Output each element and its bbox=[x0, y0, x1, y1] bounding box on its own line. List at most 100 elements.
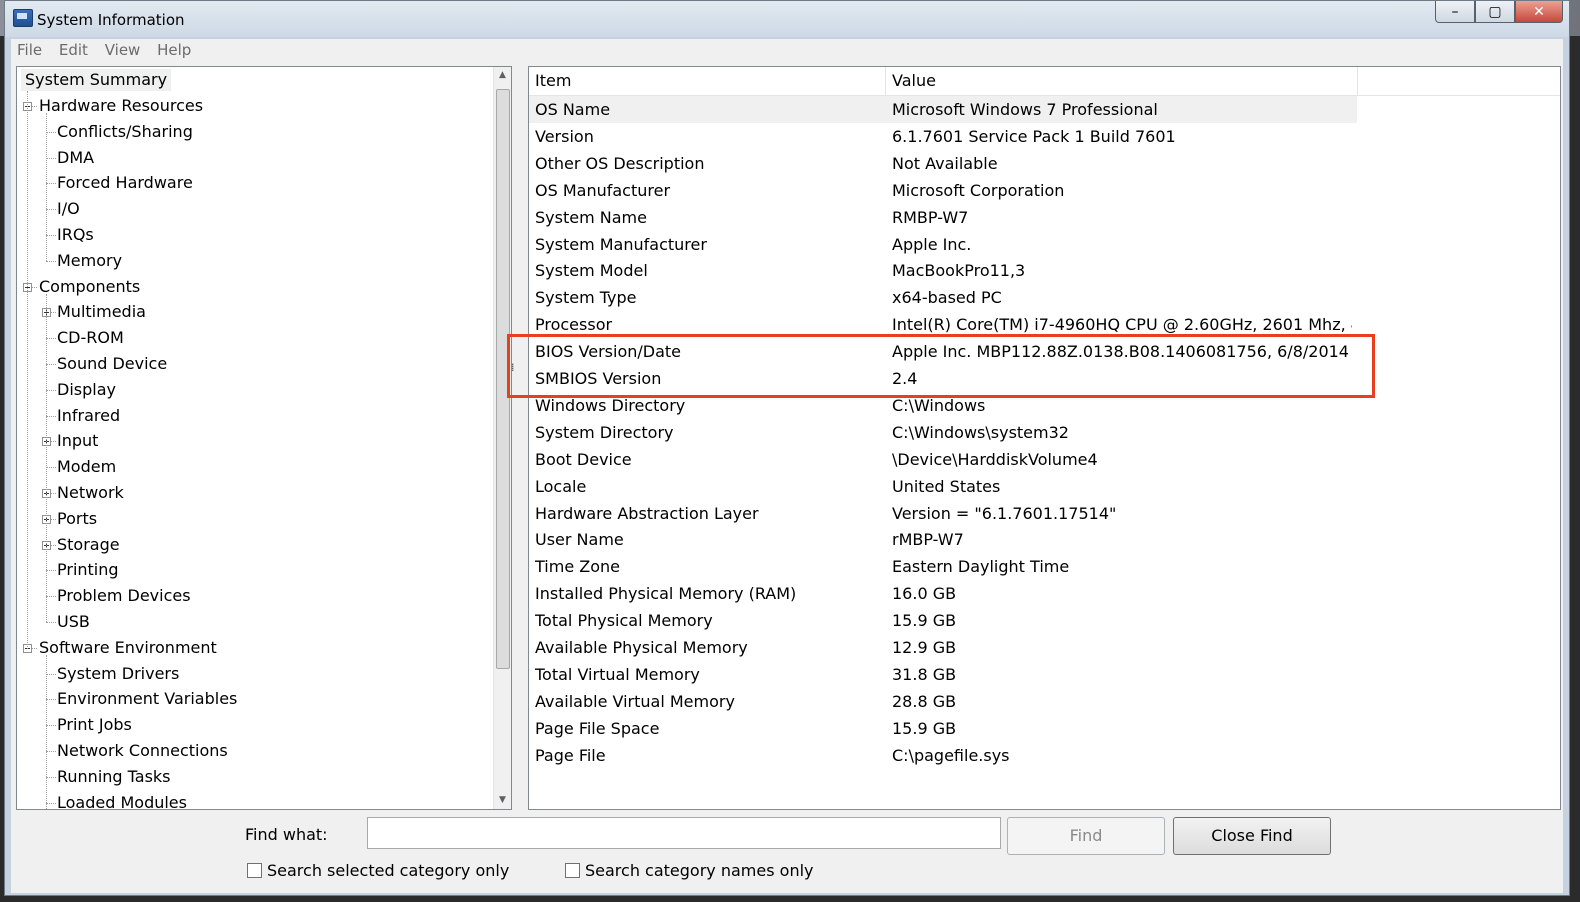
tree-item[interactable]: Problem Devices bbox=[57, 585, 191, 607]
menu-file[interactable]: File bbox=[11, 39, 48, 59]
column-header-item[interactable]: Item bbox=[529, 67, 886, 95]
close-find-button[interactable]: Close Find bbox=[1173, 817, 1331, 855]
scroll-down-arrow-icon[interactable]: ▼ bbox=[494, 792, 511, 809]
tree-item[interactable]: Hardware Resources bbox=[39, 95, 203, 117]
list-cell-item: System Directory bbox=[535, 422, 674, 442]
list-row[interactable]: System Type x64-based PC bbox=[529, 284, 1357, 311]
list-cell-item: Windows Directory bbox=[535, 395, 686, 415]
list-row[interactable]: Version 6.1.7601 Service Pack 1 Build 760… bbox=[529, 123, 1357, 150]
scroll-thumb[interactable] bbox=[496, 89, 510, 669]
tree-item[interactable]: Conflicts/Sharing bbox=[57, 121, 193, 143]
tree-item[interactable]: Memory bbox=[57, 250, 122, 272]
list-row[interactable]: System Name RMBP-W7 bbox=[529, 204, 1357, 231]
tree-item[interactable]: Input bbox=[57, 430, 98, 452]
list-row[interactable]: Processor Intel(R) Core(TM) i7-4960HQ CPU… bbox=[529, 311, 1357, 338]
menu-view[interactable]: View bbox=[99, 39, 147, 59]
list-row[interactable]: Total Physical Memory 15.9 GB bbox=[529, 607, 1357, 634]
list-row[interactable]: Time Zone Eastern Daylight Time bbox=[529, 553, 1357, 580]
search-selected-category-checkbox[interactable]: Search selected category only bbox=[247, 861, 509, 880]
tree-item[interactable]: Display bbox=[57, 379, 116, 401]
tree-item[interactable]: DMA bbox=[57, 147, 94, 169]
tree-connector bbox=[46, 467, 56, 469]
category-tree[interactable]: System Summary ▲ ▼ Hardware Resources Con… bbox=[16, 66, 512, 810]
list-row[interactable]: System Manufacturer Apple Inc. bbox=[529, 231, 1357, 258]
tree-item[interactable]: Printing bbox=[57, 559, 119, 581]
list-cell-item: OS Manufacturer bbox=[535, 180, 671, 200]
pane-splitter-grip-icon[interactable]: ⁞ bbox=[511, 361, 515, 374]
list-cell-value: 15.9 GB bbox=[892, 611, 957, 631]
list-row[interactable]: Windows Directory C:\Windows bbox=[529, 392, 1357, 419]
list-row[interactable]: BIOS Version/Date Apple Inc. MBP112.88Z.0… bbox=[529, 338, 1357, 365]
list-cell-value: rMBP-W7 bbox=[892, 530, 964, 550]
tree-connector bbox=[46, 389, 56, 391]
tree-item[interactable]: Environment Variables bbox=[57, 688, 237, 710]
list-cell-value: C:\Windows bbox=[892, 395, 986, 415]
tree-item[interactable]: Running Tasks bbox=[57, 766, 171, 788]
list-row[interactable]: User Name rMBP-W7 bbox=[529, 526, 1357, 553]
list-row[interactable]: SMBIOS Version 2.4 bbox=[529, 365, 1357, 392]
list-row[interactable]: Total Virtual Memory 31.8 GB bbox=[529, 661, 1357, 688]
tree-item[interactable]: Components bbox=[39, 276, 140, 298]
checkbox-icon[interactable] bbox=[247, 863, 262, 878]
search-selected-category-label: Search selected category only bbox=[267, 861, 510, 880]
tree-item[interactable]: Sound Device bbox=[57, 353, 167, 375]
list-cell-value: Not Available bbox=[892, 153, 998, 173]
tree-connector bbox=[46, 260, 56, 262]
tree-item[interactable]: I/O bbox=[57, 198, 80, 220]
scroll-up-arrow-icon[interactable]: ▲ bbox=[494, 67, 511, 84]
list-cell-item: System Type bbox=[535, 288, 637, 308]
tree-item[interactable]: Multimedia bbox=[57, 301, 146, 323]
list-cell-item: Total Virtual Memory bbox=[535, 664, 700, 684]
tree-item[interactable]: Network bbox=[57, 482, 124, 504]
list-row[interactable]: System Model MacBookPro11,3 bbox=[529, 257, 1357, 284]
title-bar[interactable]: System Information – ▢ ✕ bbox=[5, 1, 1569, 37]
tree-item[interactable]: CD-ROM bbox=[57, 327, 124, 349]
list-cell-item: System Model bbox=[535, 261, 648, 281]
tree-item[interactable]: Infrared bbox=[57, 405, 120, 427]
list-row[interactable]: OS Name Microsoft Windows 7 Professional bbox=[529, 96, 1357, 123]
list-cell-item: Page File bbox=[535, 745, 606, 765]
tree-item[interactable]: Storage bbox=[57, 534, 120, 556]
tree-item[interactable]: USB bbox=[57, 611, 90, 633]
tree-item[interactable]: IRQs bbox=[57, 224, 94, 246]
tree-vertical-scrollbar[interactable]: ▲ ▼ bbox=[493, 67, 511, 809]
checkbox-icon[interactable] bbox=[565, 863, 580, 878]
tree-item[interactable]: Software Environment bbox=[39, 637, 217, 659]
list-cell-item: Total Physical Memory bbox=[535, 611, 713, 631]
list-row[interactable]: Available Virtual Memory 28.8 GB bbox=[529, 688, 1357, 715]
menu-help[interactable]: Help bbox=[151, 39, 197, 59]
list-row[interactable]: Hardware Abstraction Layer Version = "6.1… bbox=[529, 500, 1357, 527]
system-information-app-icon[interactable] bbox=[13, 9, 33, 27]
tree-item[interactable]: Network Connections bbox=[57, 740, 228, 762]
minimize-button[interactable]: – bbox=[1435, 1, 1475, 23]
tree-item[interactable]: System Drivers bbox=[57, 663, 179, 685]
menu-edit[interactable]: Edit bbox=[53, 39, 94, 59]
column-header-value[interactable]: Value bbox=[886, 67, 1358, 95]
tree-item[interactable]: Forced Hardware bbox=[57, 172, 193, 194]
tree-item[interactable]: Print Jobs bbox=[57, 714, 132, 736]
find-what-input[interactable] bbox=[367, 817, 1001, 849]
tree-item-system-summary[interactable]: System Summary bbox=[21, 69, 172, 91]
list-row[interactable]: System Directory C:\Windows\system32 bbox=[529, 419, 1357, 446]
list-row[interactable]: Page File Space 15.9 GB bbox=[529, 715, 1357, 742]
close-button[interactable]: ✕ bbox=[1515, 1, 1563, 23]
details-list[interactable]: Item Value OS Name Microsoft Windows 7 Pr… bbox=[528, 66, 1561, 810]
tree-item[interactable]: Ports bbox=[57, 508, 97, 530]
list-row[interactable]: Page File C:\pagefile.sys bbox=[529, 742, 1357, 769]
list-row[interactable]: Locale United States bbox=[529, 473, 1357, 500]
find-what-label: Find what: bbox=[245, 825, 328, 844]
list-row[interactable]: Installed Physical Memory (RAM) 16.0 GB bbox=[529, 580, 1357, 607]
maximize-button[interactable]: ▢ bbox=[1475, 1, 1515, 23]
tree-item[interactable]: Modem bbox=[57, 456, 116, 478]
list-cell-value: MacBookPro11,3 bbox=[892, 261, 1026, 281]
search-category-names-checkbox[interactable]: Search category names only bbox=[565, 861, 814, 880]
list-row[interactable]: Boot Device \Device\HarddiskVolume4 bbox=[529, 446, 1357, 473]
find-button[interactable]: Find bbox=[1007, 817, 1165, 855]
tree-connector bbox=[46, 364, 56, 365]
list-row[interactable]: Available Physical Memory 12.9 GB bbox=[529, 634, 1357, 661]
list-cell-value: Version = "6.1.7601.17514" bbox=[892, 503, 1117, 523]
tree-item[interactable]: Loaded Modules bbox=[57, 792, 187, 809]
list-row[interactable]: OS Manufacturer Microsoft Corporation bbox=[529, 177, 1357, 204]
list-cell-value: \Device\HarddiskVolume4 bbox=[892, 449, 1098, 469]
list-row[interactable]: Other OS Description Not Available bbox=[529, 150, 1357, 177]
